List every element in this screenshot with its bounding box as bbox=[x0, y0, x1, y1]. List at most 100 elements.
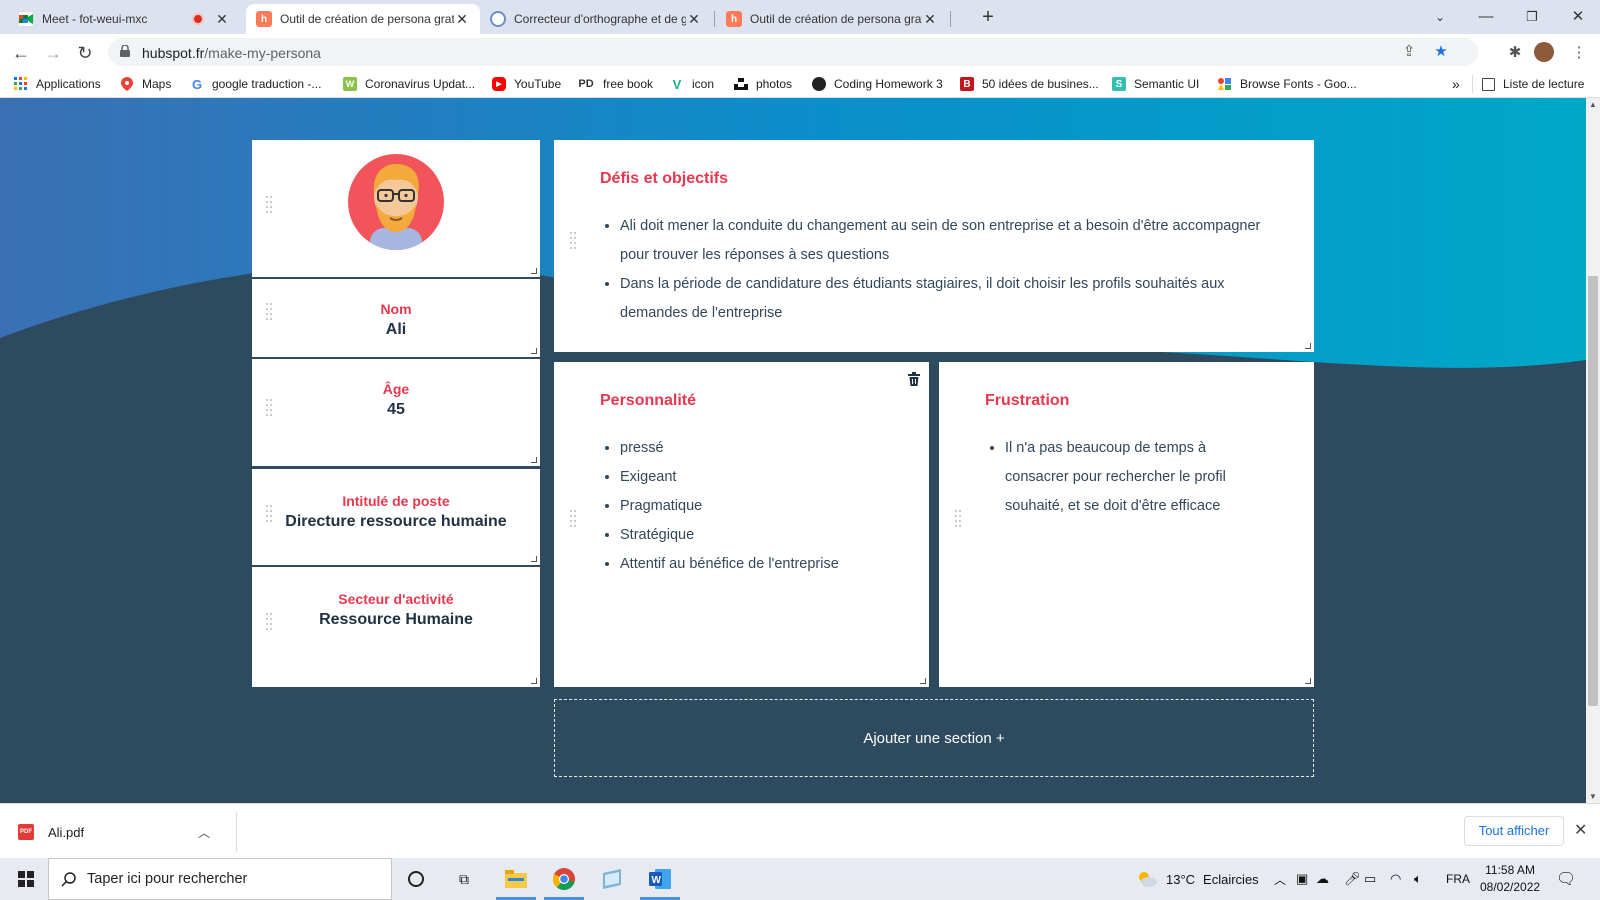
section-list[interactable]: Ali doit mener la conduite du changement… bbox=[600, 212, 1270, 328]
tray-expand-icon[interactable]: ︿ bbox=[1274, 858, 1286, 900]
drag-handle-icon[interactable] bbox=[570, 232, 578, 254]
close-tab-icon[interactable]: ✕ bbox=[214, 11, 230, 28]
weather-widget[interactable]: 13°C Eclaircies bbox=[1136, 858, 1259, 900]
section-list[interactable]: pressé Exigeant Pragmatique Stratégique … bbox=[600, 434, 900, 579]
tray-volume-icon[interactable]: 🔈︎ bbox=[1414, 858, 1422, 900]
tray-microphone-icon[interactable]: 🎤︎ bbox=[1344, 858, 1361, 900]
section-personnalite[interactable]: Personnalité pressé Exigeant Pragmatique… bbox=[554, 362, 929, 687]
scroll-up-arrow-icon[interactable]: ▲ bbox=[1586, 100, 1600, 109]
delete-trash-icon[interactable] bbox=[908, 372, 920, 386]
tab-reverso[interactable]: Correcteur d'orthographe et de grammaire… bbox=[480, 4, 712, 34]
task-view-icon[interactable]: ⧉ bbox=[444, 858, 484, 900]
resize-corner-icon[interactable] bbox=[531, 678, 537, 684]
bookmark-star-icon[interactable]: ★ bbox=[1430, 41, 1452, 63]
field-value[interactable]: 45 bbox=[252, 401, 540, 419]
reload-button[interactable]: ↻ bbox=[72, 40, 98, 66]
tab-hubspot-persona[interactable]: h Outil de création de persona gratuit ✕ bbox=[246, 4, 480, 34]
tray-meet-icon[interactable]: ▣ bbox=[1296, 858, 1308, 900]
new-tab-button[interactable]: + bbox=[968, 4, 1008, 30]
drag-handle-icon[interactable] bbox=[570, 510, 578, 532]
bookmark-maps[interactable]: Maps bbox=[120, 75, 171, 93]
reading-list-button[interactable]: Liste de lecture bbox=[1482, 75, 1584, 93]
avatar-illustration[interactable] bbox=[348, 154, 444, 250]
cortana-circle-icon[interactable] bbox=[396, 858, 436, 900]
scrollbar-thumb[interactable] bbox=[1588, 276, 1598, 706]
bookmark-coronavirus[interactable]: W Coronavirus Updat... bbox=[343, 75, 475, 93]
bookmark-icon[interactable]: V icon bbox=[670, 75, 714, 93]
word-taskbar-icon[interactable]: W bbox=[636, 858, 684, 900]
field-value[interactable]: Ressource Humaine bbox=[252, 611, 540, 629]
svg-text:W: W bbox=[652, 875, 662, 886]
show-all-downloads-button[interactable]: Tout afficher bbox=[1464, 816, 1564, 846]
resize-corner-icon[interactable] bbox=[531, 348, 537, 354]
share-icon[interactable]: ⇪ bbox=[1398, 41, 1420, 63]
bookmark-coding-homework[interactable]: Coding Homework 3 bbox=[812, 75, 943, 93]
tray-battery-icon[interactable]: ▭ bbox=[1364, 858, 1376, 900]
field-value[interactable]: Directure ressource humaine bbox=[252, 513, 540, 531]
close-window-button[interactable]: ✕ bbox=[1558, 4, 1598, 30]
taskbar-search-input[interactable]: Taper ici pour rechercher bbox=[48, 858, 392, 900]
clock[interactable]: 11:58 AM 08/02/2022 bbox=[1480, 858, 1540, 900]
close-download-bar-icon[interactable]: ✕ bbox=[1574, 820, 1587, 840]
tray-wifi-icon[interactable]: ◠ bbox=[1390, 858, 1401, 900]
chrome-menu-icon[interactable]: ⋮ bbox=[1568, 42, 1590, 64]
minimize-button[interactable]: — bbox=[1466, 4, 1506, 30]
page-scrollbar[interactable]: ▲ ▼ bbox=[1586, 98, 1600, 803]
tab-hubspot-persona-2[interactable]: h Outil de création de persona gratuit ✕ bbox=[716, 4, 948, 34]
resize-corner-icon[interactable] bbox=[1305, 678, 1311, 684]
bookmark-google-traduction[interactable]: G google traduction -... bbox=[190, 75, 321, 93]
download-item[interactable]: PDF Ali.pdf ︿ bbox=[18, 818, 210, 846]
drag-handle-icon[interactable] bbox=[955, 510, 963, 532]
language-indicator[interactable]: FRA bbox=[1446, 858, 1470, 900]
youtube-icon: ▶ bbox=[492, 77, 506, 91]
bookmark-semantic-ui[interactable]: S Semantic UI bbox=[1112, 75, 1199, 93]
bookmark-google-fonts[interactable]: Browse Fonts - Goo... bbox=[1218, 75, 1357, 93]
scroll-down-arrow-icon[interactable]: ▼ bbox=[1586, 792, 1600, 801]
add-section-button[interactable]: Ajouter une section + bbox=[554, 699, 1314, 777]
chrome-taskbar-icon[interactable] bbox=[540, 858, 588, 900]
tab-search-icon[interactable]: ⌄ bbox=[1420, 4, 1460, 30]
file-explorer-icon[interactable] bbox=[492, 858, 540, 900]
close-tab-icon[interactable]: ✕ bbox=[922, 11, 938, 28]
more-bookmarks-button[interactable]: » bbox=[1452, 75, 1460, 93]
bookmark-free-book[interactable]: PD free book bbox=[577, 75, 653, 93]
close-tab-icon[interactable]: ✕ bbox=[686, 11, 702, 28]
tab-separator bbox=[714, 11, 715, 27]
section-list[interactable]: Il n'a pas beaucoup de temps à consacrer… bbox=[985, 434, 1245, 521]
windows-start-icon[interactable] bbox=[6, 858, 46, 900]
app-taskbar-icon[interactable] bbox=[588, 858, 636, 900]
list-item: Stratégique bbox=[620, 521, 900, 550]
extensions-puzzle-icon[interactable]: ✱ bbox=[1504, 42, 1526, 64]
close-tab-icon[interactable]: ✕ bbox=[454, 11, 470, 28]
bookmark-applications[interactable]: Applications bbox=[14, 75, 101, 93]
persona-field-age[interactable]: Âge 45 bbox=[252, 359, 540, 466]
download-bar: PDF Ali.pdf ︿ Tout afficher ✕ bbox=[0, 803, 1600, 858]
bookmark-50-idees[interactable]: B 50 idées de busines... bbox=[960, 75, 1099, 93]
notification-center-icon[interactable]: 🗨︎ bbox=[1556, 858, 1576, 900]
chevron-up-icon[interactable]: ︿ bbox=[198, 824, 210, 841]
bookmark-photos[interactable]: photos bbox=[734, 75, 792, 93]
resize-corner-icon[interactable] bbox=[920, 678, 926, 684]
tray-network-icon[interactable]: ☁ bbox=[1316, 858, 1329, 900]
resize-corner-icon[interactable] bbox=[531, 556, 537, 562]
back-button[interactable]: ← bbox=[8, 40, 34, 66]
persona-field-nom[interactable]: Nom Ali bbox=[252, 279, 540, 357]
forward-button[interactable]: → bbox=[40, 40, 66, 66]
persona-avatar-card[interactable] bbox=[252, 140, 540, 277]
resize-corner-icon[interactable] bbox=[1305, 343, 1311, 349]
field-value[interactable]: Ali bbox=[252, 321, 540, 339]
drag-handle-icon[interactable] bbox=[266, 196, 274, 218]
restore-button[interactable]: ❐ bbox=[1512, 4, 1552, 30]
section-defis-objectifs[interactable]: Défis et objectifs Ali doit mener la con… bbox=[554, 140, 1314, 352]
profile-avatar[interactable] bbox=[1534, 42, 1556, 64]
persona-field-secteur[interactable]: Secteur d'activité Ressource Humaine bbox=[252, 567, 540, 687]
persona-field-poste[interactable]: Intitulé de poste Directure ressource hu… bbox=[252, 469, 540, 565]
bookmark-label: Coronavirus Updat... bbox=[365, 77, 476, 91]
section-frustration[interactable]: Frustration Il n'a pas beaucoup de temps… bbox=[939, 362, 1314, 687]
recording-icon bbox=[192, 13, 204, 25]
bookmark-youtube[interactable]: ▶ YouTube bbox=[492, 75, 561, 93]
resize-corner-icon[interactable] bbox=[531, 268, 537, 274]
tab-meet[interactable]: Meet - fot-weui-mxc ✕ bbox=[8, 4, 240, 34]
address-bar[interactable]: hubspot.fr/make-my-persona ⇪ ★ bbox=[108, 38, 1478, 66]
resize-corner-icon[interactable] bbox=[531, 457, 537, 463]
